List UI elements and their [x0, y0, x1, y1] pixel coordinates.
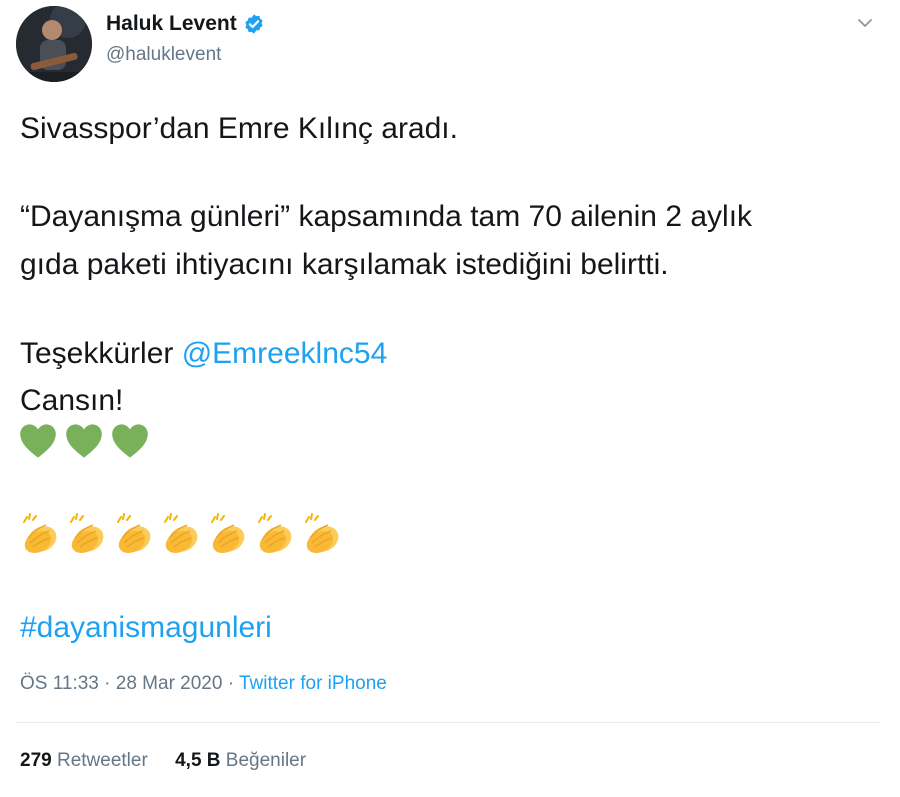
tweet-meta: ÖS 11:33 · 28 Mar 2020 · Twitter for iPh… [20, 673, 387, 695]
retweets-count: 279 [20, 750, 52, 771]
retweets-stat[interactable]: 279 Retweetler [20, 750, 148, 771]
green-heart-icon [110, 421, 150, 461]
thanks-text: Teşekkürler [20, 337, 182, 370]
green-heart-icon [18, 421, 58, 461]
tweet-text-thanks-line: Teşekkürler @Emreeklnc54 [20, 336, 387, 372]
meta-separator: · [98, 673, 116, 694]
tweet-text-line-5: Cansın! [20, 384, 124, 417]
tweet-date[interactable]: 28 Mar 2020 [116, 673, 223, 694]
divider [16, 722, 880, 723]
mention-link[interactable]: @Emreeklnc54 [182, 337, 388, 370]
avatar[interactable] [16, 6, 92, 82]
clapping-hands-icon [300, 512, 344, 556]
likes-stat[interactable]: 4,5 B Beğeniler [175, 750, 306, 771]
clapping-hands-icon [159, 512, 203, 556]
clapping-hands-icon [112, 512, 156, 556]
author-name-row[interactable]: Haluk Levent [106, 12, 265, 36]
green-heart-icon [64, 421, 104, 461]
author-handle[interactable]: @haluklevent [106, 44, 221, 66]
retweets-label: Retweetler [56, 750, 148, 771]
hearts-row [18, 421, 156, 461]
tweet-text-line-1: Sivasspor’dan Emre Kılınç aradı. [20, 112, 458, 145]
meta-separator: · [222, 673, 239, 694]
source-link[interactable]: Twitter for iPhone [239, 673, 387, 694]
clapping-hands-icon [253, 512, 297, 556]
likes-count: 4,5 B [175, 750, 221, 771]
avatar-image [16, 6, 92, 82]
hashtag-line: #dayanismagunleri [20, 610, 272, 646]
chevron-down-icon[interactable] [854, 12, 876, 34]
claps-row [18, 512, 347, 556]
clapping-hands-icon [206, 512, 250, 556]
tweet-text-line-2: “Dayanışma günleri” kapsamında tam 70 ai… [20, 200, 753, 233]
tweet-stats: 279 Retweetler 4,5 B Beğeniler [20, 750, 328, 772]
hashtag-link[interactable]: #dayanismagunleri [20, 611, 272, 644]
clapping-hands-icon [65, 512, 109, 556]
likes-label: Beğeniler [225, 750, 307, 771]
author-display-name[interactable]: Haluk Levent [106, 12, 237, 36]
tweet-time[interactable]: ÖS 11:33 [20, 673, 99, 694]
tweet-card: Haluk Levent @haluklevent Sivasspor’dan … [0, 0, 900, 797]
tweet-text-line-3: gıda paketi ihtiyacını karşılamak istedi… [20, 248, 669, 281]
clapping-hands-icon [18, 512, 62, 556]
verified-badge-icon [243, 13, 265, 35]
